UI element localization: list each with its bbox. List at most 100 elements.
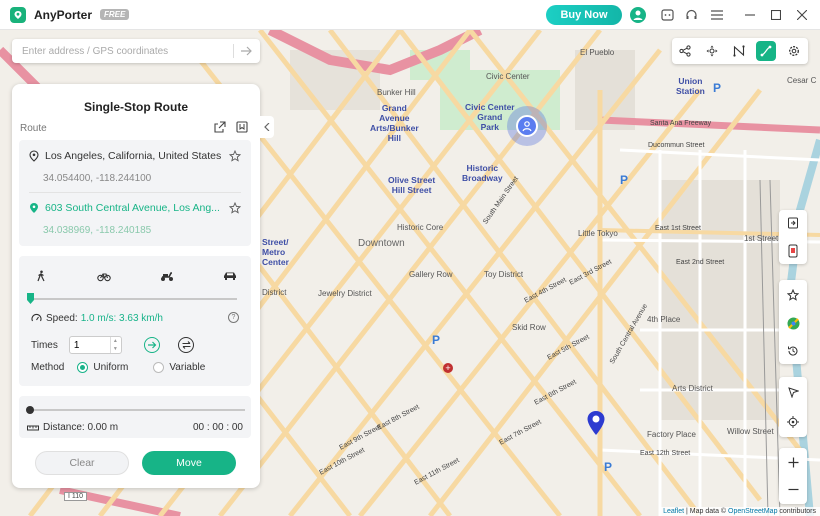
help-icon[interactable]: ? [228, 312, 239, 323]
map-label-el-pueblo: El Pueblo [580, 48, 615, 57]
up-icon[interactable]: ▲ [113, 338, 118, 344]
cursor-icon[interactable] [779, 379, 807, 405]
search-input[interactable] [12, 39, 233, 63]
end-address: 603 South Central Avenue, Los Ang... [45, 202, 220, 214]
collapse-panel-button[interactable] [260, 116, 274, 138]
speed-row: Speed: 1.0 m/s: 3.63 km/h [31, 313, 163, 324]
buy-now-button[interactable]: Buy Now [546, 5, 622, 25]
leaflet-link[interactable]: Leaflet [663, 508, 684, 515]
import-gpx-icon[interactable] [779, 210, 807, 236]
distance-row: Distance: 0.00 m [27, 422, 118, 433]
parking-icon: P [604, 460, 613, 474]
map-label-union-station: Union Station [676, 76, 705, 96]
move-button[interactable]: Move [142, 451, 236, 475]
close-icon[interactable] [794, 7, 810, 23]
route-locations-box: Los Angeles, California, United States 3… [19, 140, 251, 246]
progress-box: Distance: 0.00 m 00 : 00 : 00 [19, 396, 251, 438]
speed-slider-track[interactable] [29, 298, 237, 300]
device-tools-group [779, 210, 807, 264]
street-east-2nd: East 2nd Street [676, 259, 725, 266]
down-icon[interactable]: ▼ [113, 346, 118, 352]
street-ducommun: Ducommun Street [648, 142, 705, 149]
destination-pin-icon[interactable] [586, 410, 606, 439]
bike-icon[interactable] [97, 270, 111, 282]
parking-icon: P [432, 333, 441, 347]
variable-radio[interactable] [153, 362, 165, 373]
clear-button[interactable]: Clear [35, 451, 129, 475]
stepper-arrows[interactable]: ▲ ▼ [109, 337, 120, 353]
street-santa-ana: Santa Ana Freeway [650, 120, 712, 127]
locate-icon[interactable] [779, 409, 807, 435]
map-label-historic-core: Historic Core [397, 223, 444, 232]
zoom-out-icon[interactable] [779, 476, 807, 502]
current-location-marker[interactable] [507, 106, 547, 146]
start-location-row[interactable]: Los Angeles, California, United States [29, 150, 221, 162]
minimize-icon[interactable] [742, 7, 758, 23]
times-input[interactable] [69, 339, 110, 351]
favorite-start-icon[interactable] [228, 149, 242, 162]
zoom-in-icon[interactable] [779, 449, 807, 475]
arrow-right-icon [147, 341, 156, 349]
speed-value: 1.0 m/s: 3.63 km/h [80, 313, 163, 324]
distance-label: Distance: 0.00 m [43, 422, 119, 433]
loop-once-button[interactable] [144, 337, 160, 353]
export-icon[interactable] [214, 121, 226, 133]
speed-label: Speed: [46, 313, 78, 324]
round-trip-button[interactable] [178, 337, 194, 353]
times-stepper[interactable]: ▲▼ [68, 336, 122, 354]
maximize-icon[interactable] [768, 7, 784, 23]
variable-label[interactable]: Variable [169, 362, 205, 373]
menu-icon[interactable] [709, 7, 725, 23]
street-i110: I 110 [64, 492, 88, 501]
free-badge: FREE [100, 9, 130, 20]
start-coords: 34.054400, -118.244100 [43, 173, 152, 184]
app-name: AnyPorter [34, 7, 93, 22]
map-label-civic-center: Civic Center [486, 72, 530, 81]
divider [29, 192, 241, 193]
headset-icon[interactable] [683, 7, 699, 23]
car-icon[interactable] [223, 270, 237, 282]
map-label-1st-street: 1st Street [744, 234, 779, 243]
arrow-right-icon[interactable] [234, 46, 260, 56]
speed-slider-handle[interactable] [26, 292, 35, 305]
map-label-4th-place: 4th Place [647, 315, 681, 324]
map-label-metro-center: Street/ Metro Center [262, 237, 289, 267]
user-icon[interactable] [630, 7, 646, 23]
map-label-willow-street: Willow Street [727, 427, 774, 436]
device-icon[interactable] [779, 238, 807, 264]
scooter-icon[interactable] [160, 270, 174, 282]
destination-pin-icon [30, 203, 38, 213]
map-label-olive-street: Olive Street Hill Street [388, 175, 436, 195]
favorite-icon[interactable] [779, 282, 807, 308]
jump-teleport-icon[interactable] [729, 41, 749, 61]
map-label-historic-broadway: Historic Broadway [462, 163, 503, 183]
uniform-label[interactable]: Uniform [93, 362, 128, 373]
walk-icon[interactable] [35, 270, 49, 282]
title-bar: AnyPorter FREE Buy Now [0, 0, 820, 30]
mail-icon[interactable] [659, 7, 675, 23]
uniform-radio[interactable] [77, 362, 89, 373]
bookmark-icon[interactable] [236, 121, 248, 133]
app-logo-icon [10, 6, 26, 23]
swap-icon [182, 341, 190, 349]
map-label-little-tokyo: Little Tokyo [578, 229, 618, 238]
map-attribution: Leaflet | Map data © OpenStreetMap contr… [659, 507, 820, 516]
multi-stop-icon[interactable] [675, 41, 695, 61]
map-label-downtown: Downtown [358, 238, 405, 249]
end-coords: 34.038969, -118.240185 [43, 225, 152, 236]
settings-icon[interactable] [784, 41, 804, 61]
history-icon[interactable] [779, 338, 807, 364]
map-label-skid-row: Skid Row [512, 323, 546, 332]
view-tools-group [779, 377, 807, 437]
end-location-row[interactable]: 603 South Central Avenue, Los Ang... [29, 202, 220, 214]
google-maps-icon[interactable] [779, 310, 807, 336]
single-stop-icon[interactable] [756, 41, 776, 61]
map-label-gallery-row: Gallery Row [409, 270, 453, 279]
osm-link[interactable]: OpenStreetMap [728, 508, 777, 515]
start-address: Los Angeles, California, United States [45, 150, 222, 162]
progress-handle[interactable] [26, 406, 34, 414]
times-row: Times ▲▼ [31, 336, 122, 354]
favorite-end-icon[interactable] [228, 201, 242, 214]
joystick-icon[interactable] [702, 41, 722, 61]
location-pin-icon [29, 150, 39, 162]
